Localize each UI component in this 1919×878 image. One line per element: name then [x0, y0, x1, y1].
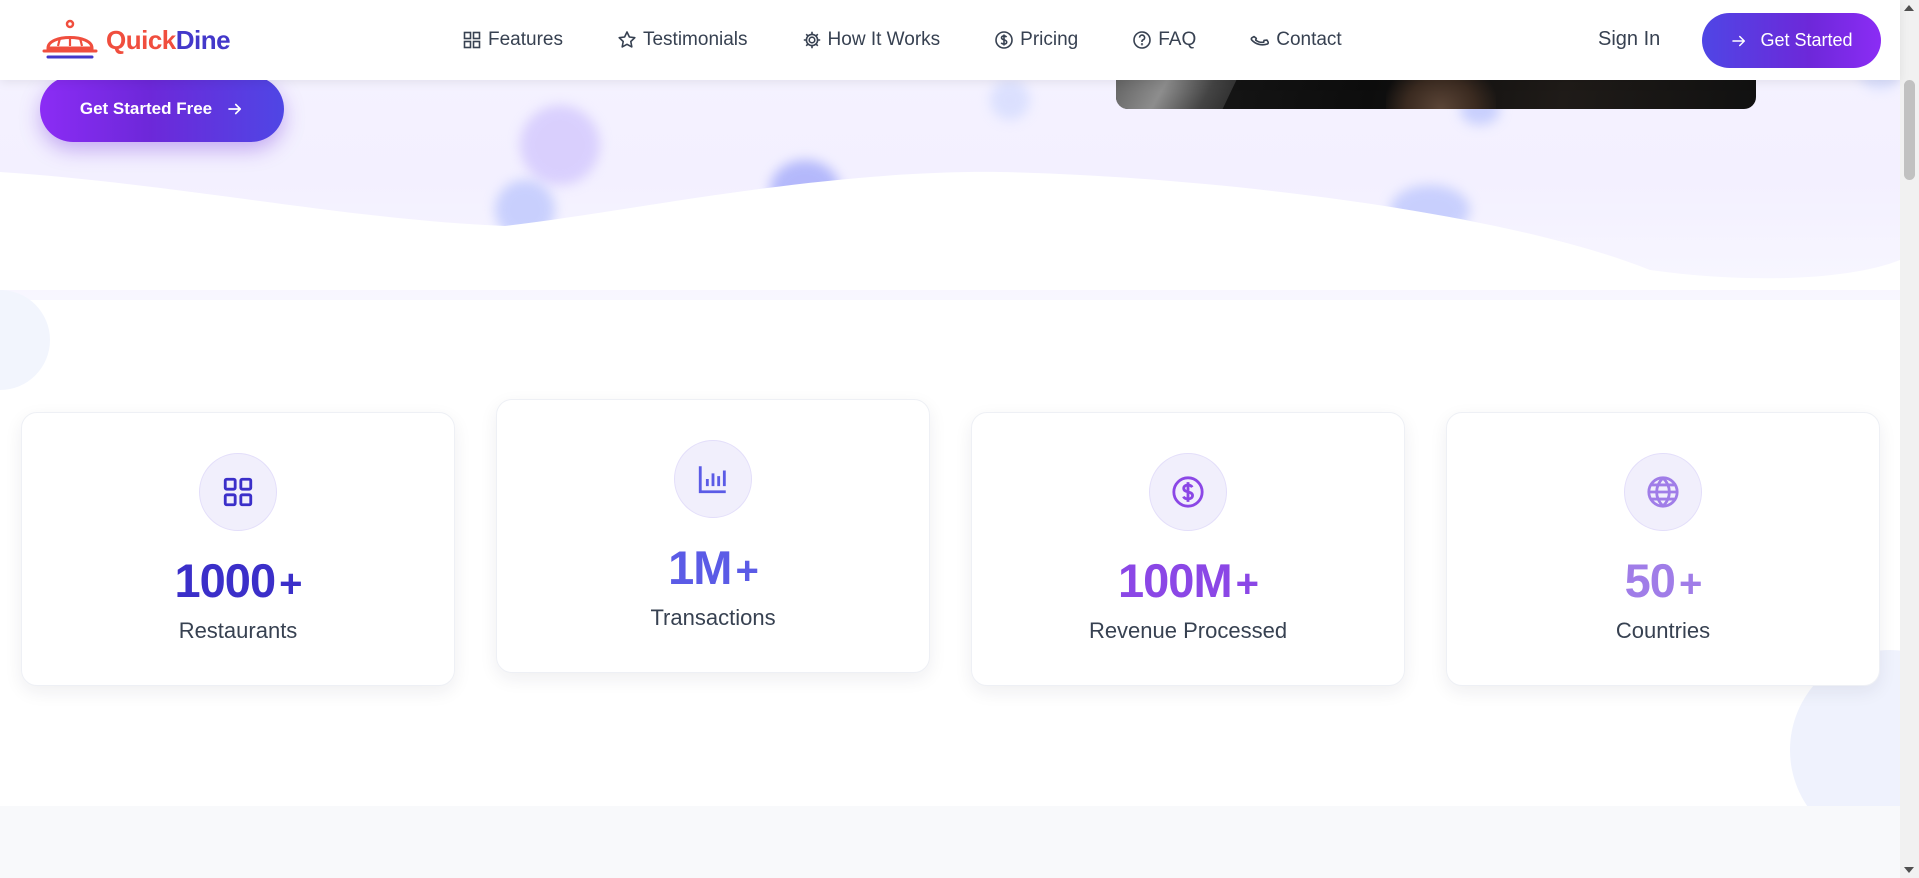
decor-circle	[0, 290, 50, 390]
nav-link-label: Contact	[1276, 29, 1342, 50]
get-started-free-button[interactable]: Get Started Free	[40, 76, 284, 142]
next-section-background	[0, 806, 1900, 878]
stat-label: Restaurants	[178, 618, 298, 643]
decor-blob	[990, 80, 1030, 120]
stat-label: Transactions	[650, 605, 776, 630]
navbar: QuickDine Features Testimonials How It W…	[0, 0, 1900, 80]
stat-icon-wrapper	[674, 440, 752, 518]
page-scrollbar[interactable]	[1900, 0, 1919, 878]
stat-suffix: +	[1235, 562, 1259, 606]
nav-link-how-it-works[interactable]: How It Works	[802, 29, 941, 51]
stat-card-countries: 50 + Countries	[1446, 412, 1880, 686]
bar-chart-icon	[698, 466, 726, 494]
grid-icon	[223, 477, 253, 507]
stat-label: Countries	[1615, 618, 1711, 643]
question-circle-icon	[1133, 31, 1152, 49]
stat-suffix: +	[1678, 562, 1702, 606]
stat-value: 100M +	[1118, 553, 1259, 608]
stat-number: 50	[1624, 554, 1676, 607]
get-started-free-label: Get Started Free	[79, 99, 213, 118]
logo-text-quick: Quick	[106, 24, 176, 55]
get-started-label: Get Started	[1760, 30, 1853, 50]
nav-link-label: Features	[488, 29, 563, 50]
logo-text-dine: Dine	[175, 24, 231, 55]
stat-card-transactions: 1M + Transactions	[496, 399, 930, 673]
nav-link-faq[interactable]: FAQ	[1132, 29, 1196, 51]
sign-in-link[interactable]: Sign In	[1598, 28, 1660, 51]
star-icon	[618, 31, 636, 48]
stat-icon-wrapper	[1149, 453, 1227, 531]
dollar-circle-icon	[995, 31, 1013, 49]
nav-link-pricing[interactable]: Pricing	[994, 29, 1078, 51]
arrow-right-icon	[1732, 35, 1746, 46]
nav-link-label: How It Works	[827, 29, 941, 50]
stat-suffix: +	[279, 562, 302, 606]
globe-icon	[1647, 476, 1679, 508]
stat-number: 100M	[1118, 554, 1233, 607]
get-started-button[interactable]: Get Started	[1702, 13, 1881, 68]
stat-card-restaurants: 1000 + Restaurants	[21, 412, 455, 686]
nav-link-contact[interactable]: Contact	[1250, 29, 1342, 51]
gear-icon	[803, 31, 820, 49]
scroll-down-arrow[interactable]	[1904, 867, 1914, 873]
logo-text: QuickDine	[106, 24, 231, 56]
scroll-thumb[interactable]	[1904, 80, 1915, 180]
scroll-up-arrow[interactable]	[1904, 5, 1914, 11]
nav-link-label: Testimonials	[642, 29, 748, 50]
grid-icon	[463, 31, 481, 49]
stat-icon-wrapper	[199, 453, 277, 531]
stat-value: 1M +	[668, 540, 759, 595]
nav-link-label: FAQ	[1158, 29, 1197, 50]
stat-card-revenue: 100M + Revenue Processed	[971, 412, 1405, 686]
nav-link-testimonials[interactable]: Testimonials	[617, 29, 748, 51]
nav-links: Features Testimonials How It Works Prici…	[462, 0, 1396, 80]
stat-icon-wrapper	[1624, 453, 1702, 531]
stat-value: 50 +	[1624, 553, 1703, 608]
stat-value: 1000 +	[174, 553, 303, 608]
hero-wave	[0, 171, 1900, 290]
arrow-right-icon	[228, 103, 242, 115]
phone-icon	[1250, 35, 1270, 46]
logo[interactable]: QuickDine	[40, 18, 231, 62]
stat-suffix: +	[735, 549, 758, 593]
stat-number: 1000	[174, 554, 277, 607]
nav-link-features[interactable]: Features	[462, 29, 563, 51]
nav-link-label: Pricing	[1020, 29, 1079, 50]
cloche-icon	[42, 19, 98, 59]
dollar-circle-icon	[1172, 476, 1204, 508]
stat-label: Revenue Processed	[1088, 618, 1288, 643]
stat-number: 1M	[668, 541, 732, 594]
